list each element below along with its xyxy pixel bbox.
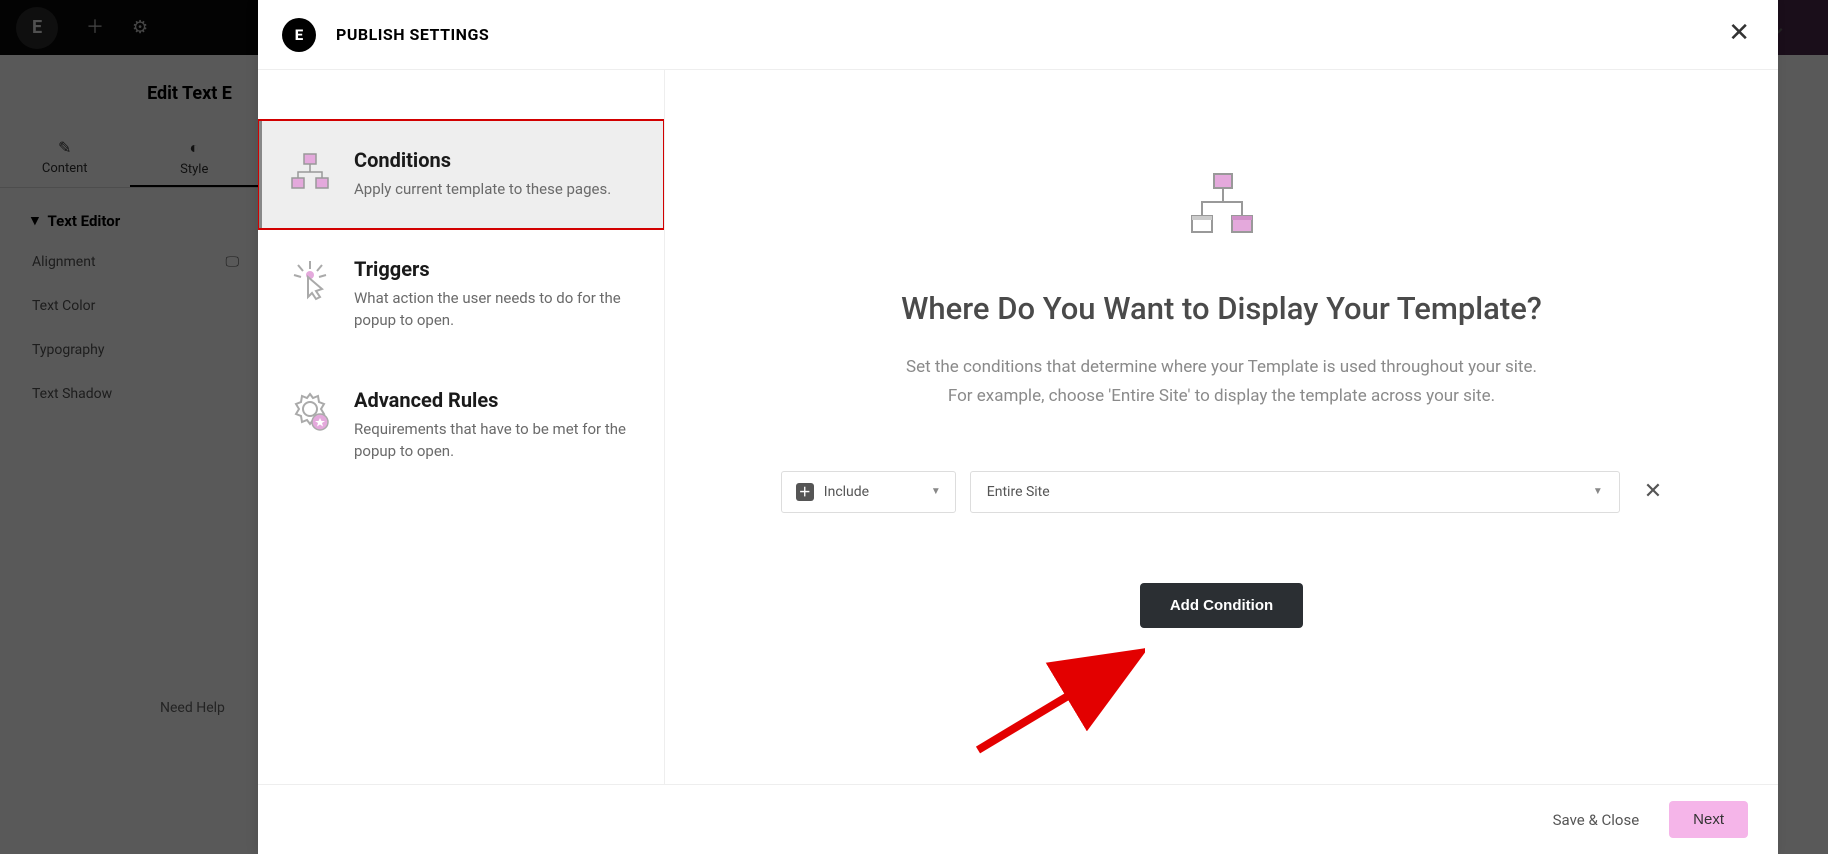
plus-badge-icon: ＋ (796, 483, 814, 501)
modal-main: Where Do You Want to Display Your Templa… (665, 70, 1778, 784)
location-select[interactable]: Entire Site ▼ (970, 471, 1620, 513)
sidebar-triggers-title: Triggers (354, 257, 636, 281)
modal-header: E PUBLISH SETTINGS ✕ (258, 0, 1778, 70)
chevron-down-icon: ▼ (1593, 486, 1603, 497)
modal-title: PUBLISH SETTINGS (336, 25, 489, 44)
sidebar-conditions-title: Conditions (354, 148, 611, 172)
sidebar-item-advanced-rules[interactable]: Advanced Rules Requirements that have to… (258, 360, 664, 491)
publish-settings-modal: E PUBLISH SETTINGS ✕ Conditions Apply cu… (258, 0, 1778, 854)
condition-row: ＋ Include ▼ Entire Site ▼ ✕ (781, 471, 1662, 513)
include-select[interactable]: ＋ Include ▼ (781, 471, 956, 513)
sitemap-large-icon (1182, 170, 1262, 240)
sidebar-triggers-desc: What action the user needs to do for the… (354, 287, 636, 332)
sidebar-item-conditions[interactable]: Conditions Apply current template to the… (258, 120, 664, 229)
sitemap-icon (286, 148, 334, 196)
include-label: Include (824, 484, 869, 500)
gear-star-icon (286, 388, 334, 436)
elementor-logo-icon: E (282, 18, 316, 52)
chevron-down-icon: ▼ (931, 486, 941, 497)
close-icon[interactable]: ✕ (1728, 20, 1750, 46)
click-icon (286, 257, 334, 305)
main-desc-line1: Set the conditions that determine where … (906, 357, 1537, 377)
remove-condition-icon[interactable]: ✕ (1644, 481, 1662, 503)
sidebar-advanced-title: Advanced Rules (354, 388, 636, 412)
add-condition-button[interactable]: Add Condition (1140, 583, 1303, 628)
modal-footer: Save & Close Next (258, 784, 1778, 854)
modal-sidebar: Conditions Apply current template to the… (258, 70, 665, 784)
save-close-link[interactable]: Save & Close (1553, 811, 1640, 829)
sidebar-conditions-desc: Apply current template to these pages. (354, 178, 611, 201)
main-desc-line2: For example, choose 'Entire Site' to dis… (948, 386, 1495, 406)
annotation-arrow-icon (970, 645, 1145, 760)
sidebar-item-triggers[interactable]: Triggers What action the user needs to d… (258, 229, 664, 360)
location-value: Entire Site (987, 484, 1050, 500)
sidebar-advanced-desc: Requirements that have to be met for the… (354, 418, 636, 463)
next-button[interactable]: Next (1669, 801, 1748, 838)
main-description: Set the conditions that determine where … (906, 353, 1537, 411)
main-heading: Where Do You Want to Display Your Templa… (901, 290, 1542, 327)
